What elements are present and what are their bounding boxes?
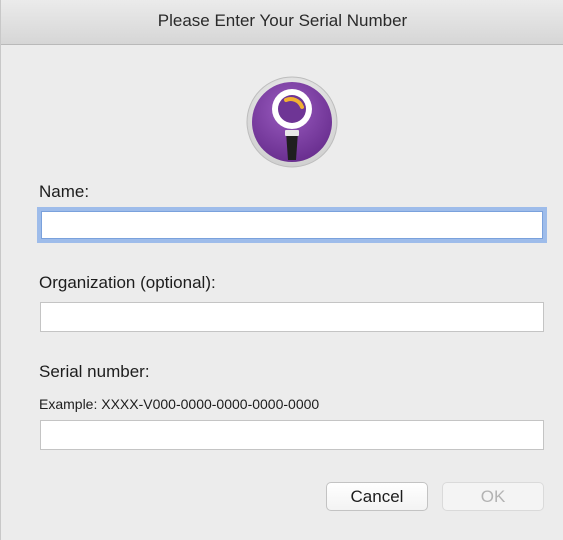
- magnifier-app-icon: [246, 76, 338, 168]
- serial-number-label: Serial number:: [39, 362, 150, 381]
- organization-field[interactable]: [40, 302, 544, 332]
- dialog-title: Please Enter Your Serial Number: [157, 11, 408, 30]
- cancel-button[interactable]: Cancel: [326, 482, 428, 511]
- serial-number-hint: Example: XXXX-V000-0000-0000-0000-0000: [39, 396, 320, 412]
- name-field[interactable]: [37, 207, 547, 243]
- serial-number-field[interactable]: [40, 420, 544, 450]
- name-label: Name:: [39, 182, 90, 201]
- organization-label: Organization (optional):: [39, 273, 216, 292]
- serial-number-dialog: Please Enter Your Serial Number Name: Or…: [0, 0, 563, 540]
- ok-button[interactable]: OK: [442, 482, 544, 511]
- title-bar[interactable]: Please Enter Your Serial Number: [1, 0, 563, 45]
